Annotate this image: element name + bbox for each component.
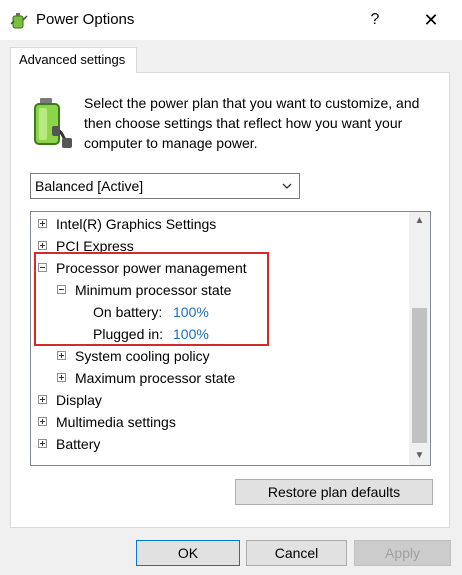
battery-plug-icon (32, 96, 74, 152)
ok-button[interactable]: OK (136, 540, 240, 566)
expand-plus-icon[interactable] (38, 395, 47, 404)
close-button[interactable]: ✕ (416, 6, 446, 34)
cancel-button[interactable]: Cancel (246, 540, 347, 566)
apply-button[interactable]: Apply (354, 540, 451, 566)
title-bar: Power Options ? ✕ (0, 0, 462, 40)
window-title: Power Options (36, 11, 135, 28)
expand-plus-icon[interactable] (38, 439, 47, 448)
power-options-icon (9, 10, 29, 30)
setting-value-link[interactable]: 100% (173, 301, 209, 323)
expand-plus-icon[interactable] (38, 417, 47, 426)
tree-item-label: Multimedia settings (56, 414, 176, 430)
settings-tree[interactable]: Intel(R) Graphics Settings PCI Express Pro… (30, 211, 431, 466)
tree-scrollbar[interactable]: ▲ ▼ (409, 212, 430, 465)
tree-item-label: Intel(R) Graphics Settings (56, 216, 217, 232)
restore-plan-defaults-button[interactable]: Restore plan defaults (235, 479, 433, 505)
tab-advanced-settings[interactable]: Advanced settings (10, 47, 137, 73)
tree-item-label: Maximum processor state (75, 370, 236, 386)
tree-item-label: Display (56, 392, 102, 408)
help-button[interactable]: ? (360, 6, 390, 34)
collapse-minus-icon[interactable] (38, 263, 47, 272)
expand-plus-icon[interactable] (38, 241, 47, 250)
tree-item-label: Battery (56, 436, 101, 452)
collapse-minus-icon[interactable] (57, 285, 66, 294)
setting-value-link[interactable]: 100% (173, 323, 209, 345)
tree-item-label: On battery: (93, 304, 163, 320)
scroll-down-arrow-icon[interactable]: ▼ (409, 447, 430, 465)
power-plan-selected: Balanced [Active] (35, 178, 144, 194)
expand-plus-icon[interactable] (57, 373, 66, 382)
chevron-down-icon (281, 179, 293, 191)
scroll-up-arrow-icon[interactable]: ▲ (409, 212, 430, 230)
tree-item-label: PCI Express (56, 238, 134, 254)
expand-plus-icon[interactable] (38, 219, 47, 228)
scrollbar-thumb[interactable] (412, 308, 427, 443)
power-plan-dropdown[interactable]: Balanced [Active] (30, 173, 300, 199)
intro-text: Select the power plan that you want to c… (84, 95, 420, 151)
tree-item-label: Minimum processor state (75, 282, 232, 298)
tree-item-label: System cooling policy (75, 348, 210, 364)
expand-plus-icon[interactable] (57, 351, 66, 360)
tree-item-label: Processor power management (56, 260, 247, 276)
tree-item-label: Plugged in: (93, 326, 164, 342)
